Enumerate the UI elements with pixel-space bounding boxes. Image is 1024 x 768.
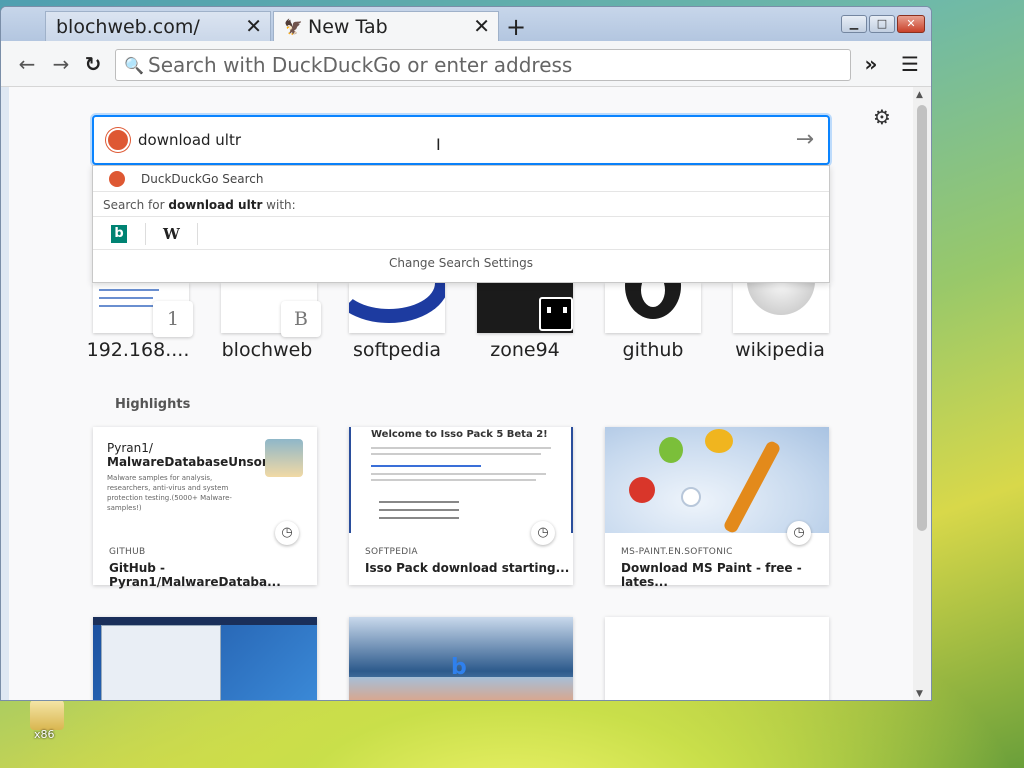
top-site-tile[interactable] bbox=[733, 283, 829, 333]
scroll-up-icon[interactable]: ▲ bbox=[916, 90, 923, 100]
clock-icon: ◷ bbox=[531, 521, 555, 545]
highlight-card-mspaint[interactable]: ◷ MS-PAINT.EN.SOFTONIC Download MS Paint… bbox=[605, 427, 829, 589]
clock-icon: ◷ bbox=[275, 521, 299, 545]
tab-label: New Tab bbox=[308, 15, 388, 38]
search-for-term: download ultr bbox=[168, 198, 263, 212]
scrollbar-thumb[interactable] bbox=[917, 105, 927, 531]
top-site-label: zone94 bbox=[490, 339, 560, 361]
top-site-label: blochweb bbox=[221, 339, 313, 361]
thumb-heading: Pyran1/ bbox=[107, 441, 153, 455]
search-suggestions-dropdown: DuckDuckGo Search Search for download ul… bbox=[92, 165, 830, 283]
hamburger-menu-icon[interactable]: ☰ bbox=[896, 51, 924, 77]
new-tab-plus-icon[interactable]: + bbox=[505, 13, 527, 41]
duckduckgo-small-icon bbox=[109, 171, 125, 187]
new-tab-page: ⚙ 1 192.168.... B blochweb softpedia zon… bbox=[9, 87, 913, 700]
top-site-tile[interactable] bbox=[605, 283, 701, 333]
top-site-letter: 1 bbox=[153, 301, 193, 337]
card-title: Isso Pack download starting... bbox=[365, 561, 570, 575]
url-bar[interactable]: 🔍 bbox=[115, 49, 851, 81]
highlight-card-screenshot[interactable] bbox=[93, 617, 317, 700]
vertical-scrollbar[interactable]: ▲ ▼ bbox=[913, 87, 931, 700]
desktop-folder-icon[interactable] bbox=[30, 700, 64, 730]
search-for-suffix: with: bbox=[262, 198, 296, 212]
engine-suggestion-label: DuckDuckGo Search bbox=[141, 172, 264, 186]
window-close-icon[interactable]: ✕ bbox=[897, 15, 925, 33]
top-site-label: 192.168.... bbox=[86, 339, 190, 361]
engine-separator bbox=[145, 223, 146, 245]
highlight-card-bing[interactable]: b bbox=[349, 617, 573, 700]
tab-bar: blochweb.com/ ✕ 🦅 New Tab ✕ + ▁ □ ✕ bbox=[1, 7, 931, 41]
tab-close-icon[interactable]: ✕ bbox=[245, 14, 262, 38]
top-site-label: github bbox=[622, 339, 684, 361]
change-search-settings-button[interactable]: Change Search Settings bbox=[93, 256, 829, 270]
top-site-label: softpedia bbox=[352, 339, 442, 361]
engine-separator bbox=[197, 223, 198, 245]
one-off-engines-row: b W bbox=[93, 216, 829, 250]
scroll-down-icon[interactable]: ▼ bbox=[916, 689, 923, 699]
thumb-heading: Welcome to Isso Pack 5 Beta 2! bbox=[371, 429, 548, 440]
tab-blochweb[interactable]: blochweb.com/ ✕ bbox=[45, 11, 271, 41]
tab-new-tab[interactable]: 🦅 New Tab ✕ bbox=[273, 11, 499, 41]
top-site-letter: B bbox=[281, 301, 321, 337]
maximize-icon[interactable]: □ bbox=[869, 15, 895, 33]
nav-toolbar: ← → ↻ 🔍 » ☰ bbox=[1, 41, 931, 87]
minimize-icon[interactable]: ▁ bbox=[841, 15, 867, 33]
wikipedia-icon[interactable]: W bbox=[163, 225, 180, 243]
thumb-description: Malware samples for analysis, researcher… bbox=[107, 474, 232, 512]
search-go-arrow-icon[interactable]: → bbox=[796, 127, 814, 152]
newtab-favicon-icon: 🦅 bbox=[284, 17, 303, 36]
browser-window: blochweb.com/ ✕ 🦅 New Tab ✕ + ▁ □ ✕ ← → … bbox=[0, 6, 932, 701]
search-icon: 🔍 bbox=[124, 56, 144, 75]
double-chevron-icon[interactable]: » bbox=[857, 51, 885, 77]
thumb-heading: MalwareDatabaseUnsor... bbox=[107, 455, 280, 469]
search-for-caption: Search for download ultr with: bbox=[103, 198, 296, 212]
highlight-card-softpedia[interactable]: Welcome to Isso Pack 5 Beta 2! ◷ SOFTPED… bbox=[349, 427, 573, 585]
ntp-search-input[interactable] bbox=[138, 127, 778, 153]
clock-icon: ◷ bbox=[787, 521, 811, 545]
top-site-label: wikipedia bbox=[735, 339, 825, 361]
highlights-heading: Highlights bbox=[115, 397, 191, 412]
top-site-tile[interactable] bbox=[477, 283, 573, 333]
card-thumbnail bbox=[605, 427, 829, 533]
url-input[interactable] bbox=[148, 52, 838, 78]
back-arrow-icon[interactable]: ← bbox=[13, 51, 41, 77]
highlight-card-github[interactable]: Pyran1/ MalwareDatabaseUnsor... Malware … bbox=[93, 427, 317, 589]
ntp-search-box[interactable]: I → bbox=[92, 115, 830, 165]
card-thumbnail: Welcome to Isso Pack 5 Beta 2! bbox=[349, 427, 573, 533]
forward-arrow-icon[interactable]: → bbox=[47, 51, 75, 77]
gear-icon[interactable]: ⚙ bbox=[873, 105, 891, 129]
tab-label: blochweb.com/ bbox=[56, 15, 200, 38]
bing-icon[interactable]: b bbox=[111, 225, 127, 243]
top-site-tile[interactable] bbox=[349, 283, 445, 333]
card-source: SOFTPEDIA bbox=[365, 547, 418, 557]
card-source: GITHUB bbox=[109, 547, 146, 557]
highlight-card-empty[interactable] bbox=[605, 617, 829, 700]
engine-suggestion-row[interactable]: DuckDuckGo Search bbox=[93, 166, 829, 192]
card-source: MS-PAINT.EN.SOFTONIC bbox=[621, 547, 733, 557]
text-cursor-icon: I bbox=[436, 135, 441, 154]
card-thumbnail: Pyran1/ MalwareDatabaseUnsor... Malware … bbox=[93, 427, 317, 533]
card-title: GitHub - Pyran1/MalwareDataba... bbox=[109, 561, 281, 589]
duckduckgo-logo-icon bbox=[106, 128, 130, 152]
search-for-prefix: Search for bbox=[103, 198, 169, 212]
card-title: Download MS Paint - free - lates... bbox=[621, 561, 802, 589]
desktop-icon-label: x86 bbox=[34, 728, 55, 741]
reload-icon[interactable]: ↻ bbox=[79, 51, 107, 77]
tab-close-icon[interactable]: ✕ bbox=[473, 14, 490, 38]
repo-avatar bbox=[265, 439, 303, 477]
